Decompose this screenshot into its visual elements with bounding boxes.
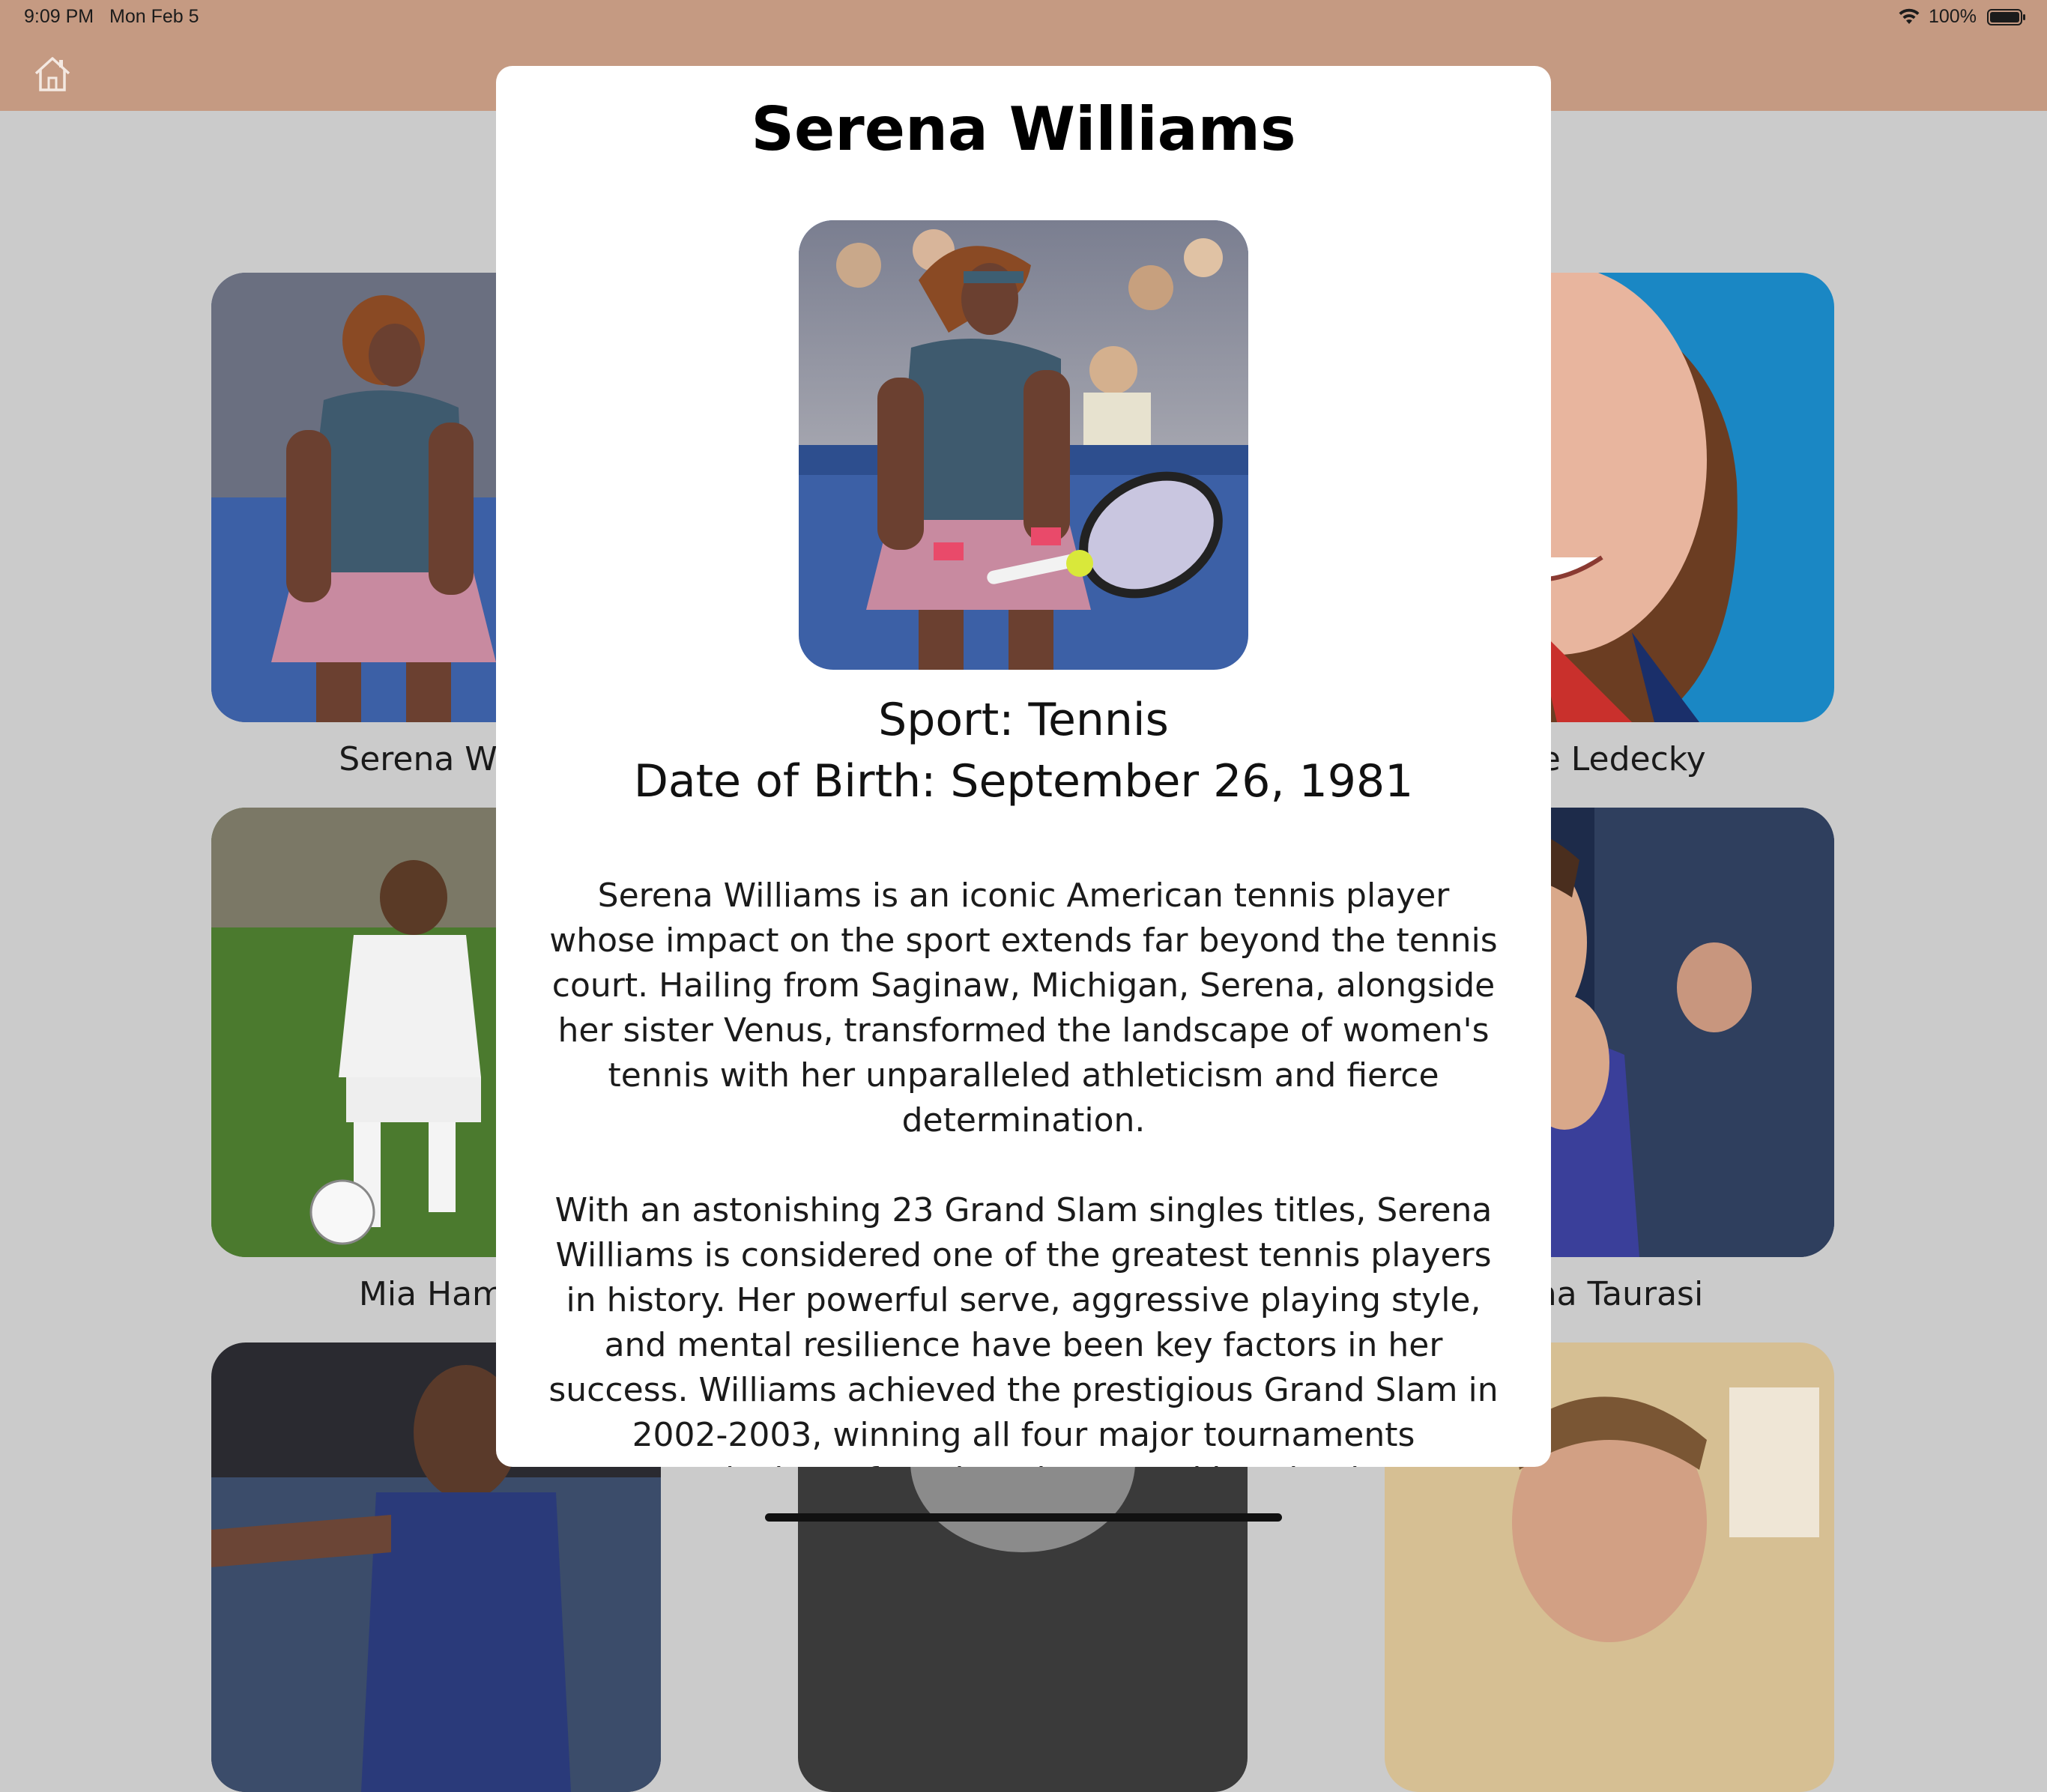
athlete-biography: Serena Williams is an iconic American te… (541, 874, 1506, 1467)
athlete-date-of-birth: Date of Birth: September 26, 1981 (633, 755, 1414, 808)
wifi-icon (1899, 8, 1920, 24)
athlete-title: Serena Williams (751, 94, 1296, 164)
athlete-photo (799, 220, 1248, 670)
home-indicator[interactable] (765, 1513, 1282, 1522)
status-date: Mon Feb 5 (109, 6, 199, 27)
bio-paragraph: With an astonishing 23 Grand Slam single… (548, 1191, 1499, 1467)
home-icon[interactable] (33, 55, 72, 93)
bio-paragraph: Serena Williams is an iconic American te… (549, 877, 1498, 1139)
battery-icon (1987, 9, 2025, 25)
athlete-sport: Sport: Tennis (878, 694, 1169, 746)
battery-percentage: 100% (1929, 6, 1977, 27)
status-time: 9:09 PM (24, 6, 94, 27)
athlete-detail-sheet: Serena Williams Sport: Tennis Date of Bi… (496, 66, 1551, 1467)
